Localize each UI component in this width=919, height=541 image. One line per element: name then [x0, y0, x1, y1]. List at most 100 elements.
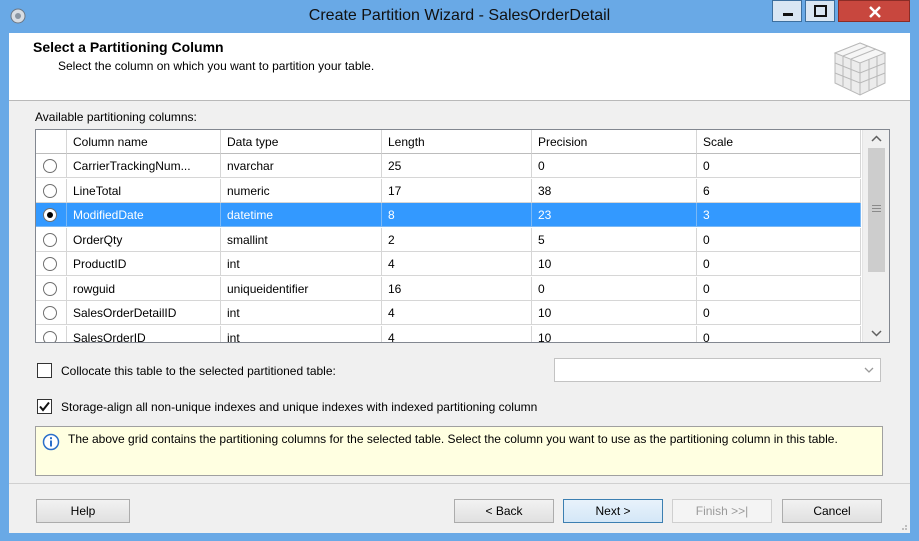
row-radio-cell[interactable]: [36, 325, 67, 342]
storage-align-label: Storage-align all non-unique indexes and…: [61, 400, 538, 414]
cell-length: 17: [382, 178, 532, 203]
title-bar[interactable]: Create Partition Wizard - SalesOrderDeta…: [0, 0, 919, 33]
table-row[interactable]: ModifiedDate datetime 8 23 3: [36, 203, 861, 227]
cell-scale: 0: [697, 276, 861, 301]
cell-precision: 0: [532, 276, 697, 301]
minimize-button[interactable]: [772, 0, 802, 22]
cell-scale: 0: [697, 154, 861, 178]
cell-name: ModifiedDate: [67, 203, 221, 227]
row-radio-button[interactable]: [43, 281, 57, 296]
wizard-client-area: Select a Partitioning Column Select the …: [9, 33, 910, 533]
storage-align-checkbox[interactable]: [37, 399, 52, 414]
row-radio-cell[interactable]: [36, 227, 67, 252]
minimize-icon: [783, 13, 793, 16]
row-radio-button[interactable]: [43, 183, 57, 198]
cell-precision: 38: [532, 178, 697, 203]
cell-name: ProductID: [67, 252, 221, 276]
cell-length: 25: [382, 154, 532, 178]
cell-scale: 3: [697, 203, 861, 227]
checkmark-icon: [39, 401, 50, 412]
column-header-scale[interactable]: Scale: [697, 130, 861, 154]
table-row[interactable]: CarrierTrackingNum... nvarchar 25 0 0: [36, 154, 861, 178]
next-button[interactable]: Next >: [563, 499, 663, 523]
cell-type: datetime: [221, 203, 382, 227]
collocate-label: Collocate this table to the selected par…: [61, 364, 336, 378]
cell-precision: 10: [532, 252, 697, 276]
cell-precision: 10: [532, 301, 697, 325]
row-radio-button[interactable]: [43, 306, 57, 320]
column-header-length[interactable]: Length: [382, 130, 532, 154]
scroll-down-icon[interactable]: [863, 324, 890, 342]
table-row[interactable]: SalesOrderID int 4 10 0: [36, 325, 861, 342]
column-header-precision[interactable]: Precision: [532, 130, 697, 154]
partition-cube-icon: [833, 42, 887, 96]
cell-type: int: [221, 325, 382, 342]
wizard-window: Create Partition Wizard - SalesOrderDeta…: [0, 0, 919, 541]
cell-scale: 0: [697, 227, 861, 252]
cell-name: LineTotal: [67, 178, 221, 203]
table-row[interactable]: LineTotal numeric 17 38 6: [36, 178, 861, 203]
row-radio-cell[interactable]: [36, 203, 67, 227]
close-button[interactable]: [838, 0, 910, 22]
collocate-table-combo[interactable]: [554, 358, 881, 382]
help-button[interactable]: Help: [36, 499, 130, 523]
cell-scale: 0: [697, 325, 861, 342]
cell-precision: 23: [532, 203, 697, 227]
row-radio-cell[interactable]: [36, 276, 67, 301]
cell-length: 4: [382, 252, 532, 276]
info-panel: The above grid contains the partitioning…: [35, 426, 883, 476]
partition-columns-grid[interactable]: Column name Data type Length Precision S…: [35, 129, 890, 343]
row-radio-button[interactable]: [43, 208, 57, 222]
row-radio-cell[interactable]: [36, 252, 67, 276]
grid-header-row: Column name Data type Length Precision S…: [36, 130, 861, 154]
radio-column-header: [36, 130, 67, 154]
cell-length: 8: [382, 203, 532, 227]
table-row[interactable]: SalesOrderDetailID int 4 10 0: [36, 301, 861, 325]
maximize-button[interactable]: [805, 0, 835, 22]
cell-length: 4: [382, 325, 532, 342]
cell-precision: 10: [532, 325, 697, 342]
table-row[interactable]: OrderQty smallint 2 5 0: [36, 227, 861, 252]
cell-type: numeric: [221, 178, 382, 203]
cell-precision: 0: [532, 154, 697, 178]
cell-length: 2: [382, 227, 532, 252]
cell-type: uniqueidentifier: [221, 276, 382, 301]
cell-name: SalesOrderDetailID: [67, 301, 221, 325]
row-radio-cell[interactable]: [36, 301, 67, 325]
column-header-name[interactable]: Column name: [67, 130, 221, 154]
grid-scrollbar[interactable]: [862, 130, 889, 342]
scroll-thumb[interactable]: [868, 148, 885, 272]
collocate-checkbox[interactable]: [37, 363, 52, 378]
cell-type: int: [221, 252, 382, 276]
cell-type: nvarchar: [221, 154, 382, 178]
cell-scale: 0: [697, 252, 861, 276]
cell-length: 4: [382, 301, 532, 325]
cell-length: 16: [382, 276, 532, 301]
info-icon: [42, 433, 60, 451]
row-radio-cell[interactable]: [36, 178, 67, 203]
footer-divider: [9, 483, 910, 484]
table-row[interactable]: ProductID int 4 10 0: [36, 252, 861, 276]
cell-name: rowguid: [67, 276, 221, 301]
cell-scale: 6: [697, 178, 861, 203]
row-radio-button[interactable]: [43, 330, 57, 342]
back-button[interactable]: < Back: [454, 499, 554, 523]
cell-name: OrderQty: [67, 227, 221, 252]
chevron-down-icon: [864, 367, 874, 373]
scroll-up-icon[interactable]: [863, 130, 890, 148]
row-radio-button[interactable]: [43, 159, 57, 173]
row-radio-cell[interactable]: [36, 154, 67, 178]
cell-name: CarrierTrackingNum...: [67, 154, 221, 178]
row-radio-button[interactable]: [43, 257, 57, 271]
column-header-type[interactable]: Data type: [221, 130, 382, 154]
table-row[interactable]: rowguid uniqueidentifier 16 0 0: [36, 276, 861, 301]
page-subtitle: Select the column on which you want to p…: [58, 59, 375, 73]
resize-grip-icon[interactable]: [898, 521, 908, 531]
cancel-button[interactable]: Cancel: [782, 499, 882, 523]
close-icon: [869, 6, 881, 18]
info-text: The above grid contains the partitioning…: [68, 432, 838, 446]
page-header: Select a Partitioning Column Select the …: [9, 33, 910, 101]
finish-button[interactable]: Finish >>|: [672, 499, 772, 523]
page-title: Select a Partitioning Column: [33, 39, 224, 55]
row-radio-button[interactable]: [43, 232, 57, 247]
